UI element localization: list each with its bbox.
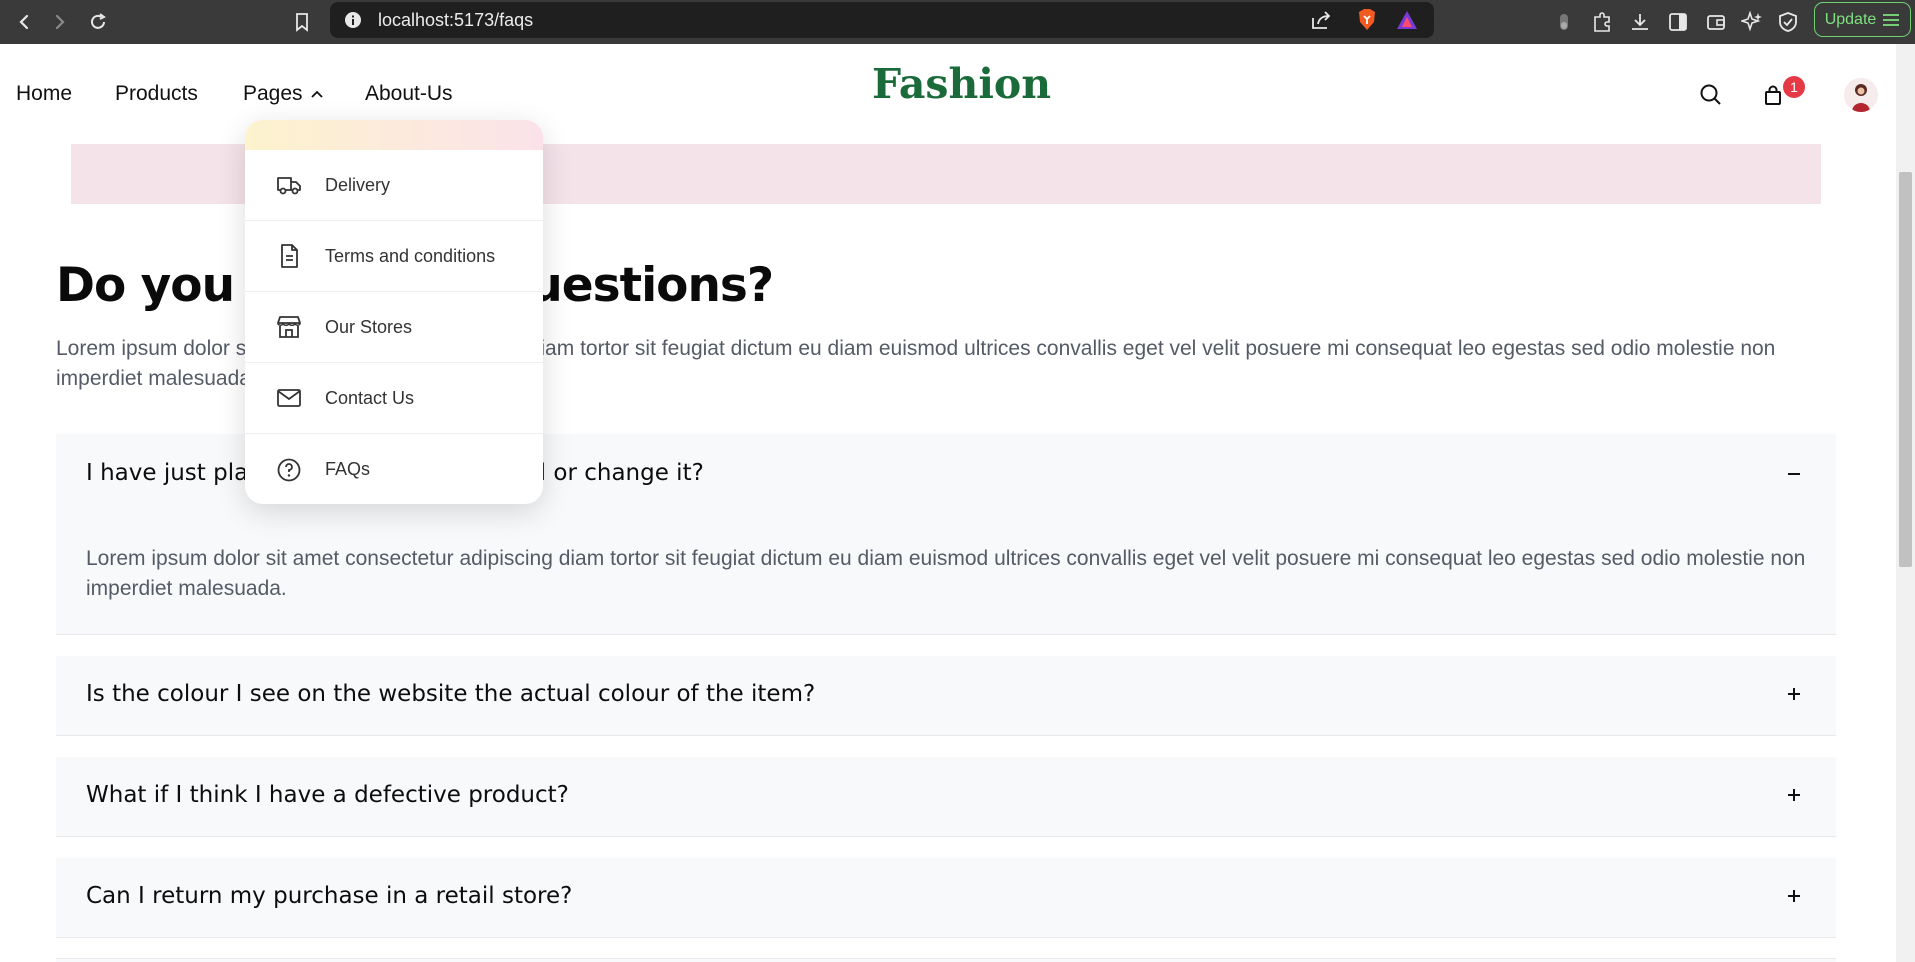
nav-pages-label: Pages — [243, 82, 303, 105]
user-avatar-icon — [1844, 78, 1878, 112]
update-label: Update — [1824, 10, 1877, 28]
update-button[interactable]: Update — [1814, 2, 1911, 37]
faq-answer: Lorem ipsum dolor sit amet consectetur a… — [86, 547, 1806, 600]
faq-item-2[interactable]: Is the colour I see on the website the a… — [56, 656, 1836, 736]
faq-question[interactable]: Can I return my purchase in a retail sto… — [86, 883, 572, 909]
menu-item-delivery[interactable]: Delivery — [245, 150, 543, 221]
menu-item-label: Delivery — [325, 174, 391, 195]
site-info-icon[interactable] — [344, 11, 362, 29]
url-text: localhost:5173/faqs — [378, 10, 534, 30]
menu-item-label: Our Stores — [325, 316, 413, 337]
faq-item-5 — [56, 958, 1836, 962]
collapse-button[interactable] — [1782, 462, 1806, 486]
nav-home[interactable]: Home — [16, 82, 72, 106]
brand-logo[interactable]: Fashion — [872, 60, 1051, 108]
faq-item-4[interactable]: Can I return my purchase in a retail sto… — [56, 858, 1836, 938]
faq-question[interactable]: Is the colour I see on the website the a… — [86, 681, 815, 707]
faq-question[interactable]: What if I think I have a defective produ… — [86, 782, 569, 808]
download-icon[interactable] — [1624, 6, 1656, 38]
pages-dropdown-menu: Delivery Terms and conditions Our Stores… — [245, 120, 543, 504]
brave-shield-icon[interactable] — [1356, 8, 1378, 32]
sidebar-icon[interactable] — [1662, 6, 1694, 38]
plus-icon — [1788, 890, 1800, 902]
menu-item-faqs[interactable]: FAQs — [245, 434, 543, 504]
help-circle-icon — [275, 456, 303, 484]
menu-item-our-stores[interactable]: Our Stores — [245, 292, 543, 363]
back-button[interactable] — [6, 4, 42, 40]
chevron-up-icon — [311, 91, 324, 99]
avatar[interactable] — [1844, 78, 1878, 112]
menu-item-label: FAQs — [325, 459, 371, 479]
dropdown-header — [245, 120, 543, 150]
plus-icon — [1788, 789, 1800, 801]
menu-icon — [1883, 13, 1900, 26]
mail-icon — [275, 384, 303, 412]
document-icon — [275, 242, 303, 270]
bookmark-icon[interactable] — [284, 4, 320, 40]
scrollbar-thumb[interactable] — [1899, 172, 1912, 567]
puzzle-icon[interactable] — [1586, 6, 1618, 38]
search-button[interactable] — [1694, 78, 1728, 112]
plus-icon — [1788, 688, 1800, 700]
shopping-bag-icon — [1765, 85, 1781, 105]
address-bar[interactable]: localhost:5173/faqs — [330, 2, 1434, 38]
nav-about-us[interactable]: About-Us — [365, 82, 453, 106]
forward-button[interactable] — [42, 4, 78, 40]
vpn-shield-icon[interactable] — [1772, 6, 1804, 38]
cart-count-badge: 1 — [1783, 76, 1805, 98]
reload-button[interactable] — [80, 4, 116, 40]
minus-icon — [1788, 473, 1800, 475]
nav-products[interactable]: Products — [115, 82, 198, 106]
nav-pages[interactable]: Pages — [243, 82, 324, 106]
faq-item-3[interactable]: What if I think I have a defective produ… — [56, 757, 1836, 837]
menu-item-label: Contact Us — [325, 387, 415, 408]
menu-item-contact-us[interactable]: Contact Us — [245, 363, 543, 434]
search-icon — [1700, 84, 1721, 105]
expand-button[interactable] — [1782, 783, 1806, 807]
extension-icon[interactable] — [1548, 6, 1580, 38]
browser-toolbar: localhost:5173/faqs Update — [0, 0, 1915, 44]
wallet-icon[interactable] — [1700, 6, 1732, 38]
truck-icon — [275, 171, 303, 199]
store-icon — [275, 313, 303, 341]
expand-button[interactable] — [1782, 682, 1806, 706]
leo-ai-icon[interactable] — [1736, 6, 1768, 38]
menu-item-terms[interactable]: Terms and conditions — [245, 221, 543, 292]
rewards-icon[interactable] — [1396, 10, 1418, 30]
menu-item-label: Terms and conditions — [325, 245, 496, 266]
share-icon[interactable] — [1310, 10, 1332, 30]
expand-button[interactable] — [1782, 884, 1806, 908]
